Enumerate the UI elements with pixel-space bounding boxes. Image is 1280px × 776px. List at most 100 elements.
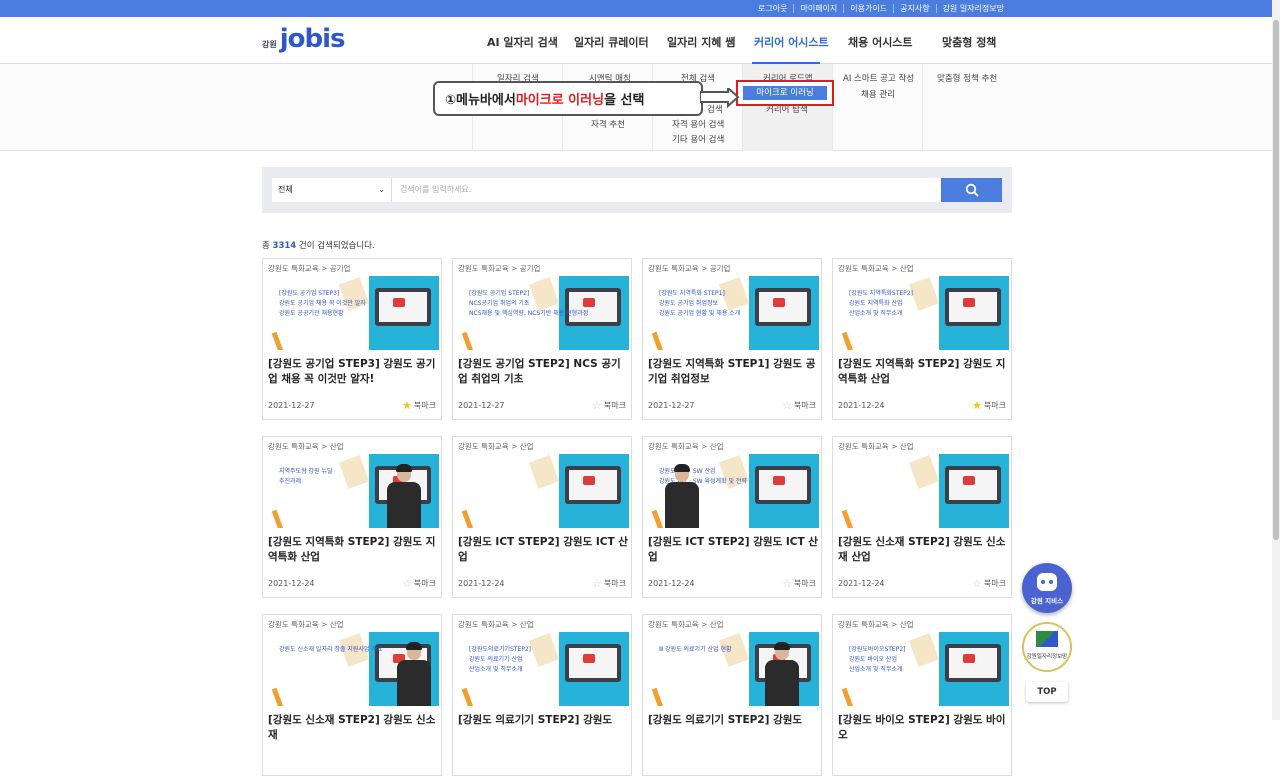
course-card[interactable]: 강원도 특화교육 > 공기업 [강원도 공기업 STEP2] NCS공기업 취업의 … bbox=[452, 258, 632, 420]
jobis-chatbot-button[interactable]: 강원 지비스 bbox=[1022, 563, 1072, 613]
nav-career-assist[interactable]: 커리어 어시스트 bbox=[754, 34, 829, 50]
bookmark-button[interactable]: ★ 북마크 bbox=[972, 400, 1006, 411]
mega-link-policy-recommend[interactable]: 맞춤형 정책 추천 bbox=[937, 72, 997, 84]
card-thumbnail[interactable]: [강원도 지역특화 STEP1] 강원도 공기업 취업정보 강원도 공기업 현황 및… bbox=[647, 276, 819, 350]
card-thumbnail[interactable]: [강원도 공기업 STEP3] 강원도 공기업 채용 꼭 이것만 알자 강원도 공공… bbox=[267, 276, 439, 350]
presenter-image bbox=[665, 464, 699, 528]
course-card[interactable]: 강원도 특화교육 > 산업 [강원도 지역특화STEP2] 강원도 지역특화 산업 산… bbox=[832, 258, 1012, 420]
card-category: 강원도 특화교육 > 산업 bbox=[838, 264, 914, 273]
card-title[interactable]: [강원도 신소재 STEP2] 강원도 신소재 산업 bbox=[838, 535, 1008, 565]
card-thumbnail[interactable]: [강원도바이오STEP2] 강원도 바이오 산업 산업소개 및 직무소개 bbox=[837, 632, 1009, 706]
gangwon-flag-icon bbox=[1036, 631, 1058, 647]
card-title[interactable]: [강원도 바이오 STEP2] 강원도 바이오 bbox=[838, 713, 1008, 743]
page-scrollbar[interactable] bbox=[1272, 0, 1280, 720]
mega-link-hiring-manage[interactable]: 채용 관리 bbox=[861, 88, 895, 100]
star-filled-icon: ★ bbox=[402, 398, 412, 412]
thumbnail-caption: 강원도 공공기관 채용현황 bbox=[279, 310, 344, 317]
bookmark-button[interactable]: ☆ 북마크 bbox=[782, 400, 816, 411]
search-button[interactable] bbox=[941, 178, 1002, 202]
course-card[interactable]: 강원도 특화교육 > 산업 Ⅲ 강원도 의료기기 산업 현황 [강원도 의료기기 S… bbox=[642, 614, 822, 776]
result-count-suffix: 건이 검색되었습니다. bbox=[296, 241, 375, 251]
thumbnail-caption: NCS공기업 취업의 기초 bbox=[469, 300, 530, 307]
course-card[interactable]: 강원도 특화교육 > 산업 [강원도 신소재 STEP2] 강원도 신소재 산업 2… bbox=[832, 436, 1012, 598]
course-card[interactable]: 강원도 특화교육 > 산업 [강원도 ICT STEP2] 강원도 ICT 산업 2… bbox=[452, 436, 632, 598]
card-title[interactable]: [강원도 신소재 STEP2] 강원도 신소재 bbox=[268, 713, 438, 743]
card-title[interactable]: [강원도 ICT STEP2] 강원도 ICT 산업 bbox=[458, 535, 628, 565]
scrollbar-thumb[interactable] bbox=[1273, 20, 1279, 540]
course-card[interactable]: 강원도 특화교육 > 산업 강원도 신소재 일자리 창출 지원사업 개요 [강원도 … bbox=[262, 614, 442, 776]
jobis-logo[interactable]: 강원 jobis bbox=[262, 24, 346, 54]
nav-ai-job-search[interactable]: AI 일자리 검색 bbox=[487, 34, 558, 50]
mega-link-cert-term-search[interactable]: 자격 용어 검색 bbox=[672, 118, 724, 130]
search-scope-select[interactable]: 전체 ⌄ bbox=[272, 178, 392, 202]
guide-link[interactable]: 이용가이드 bbox=[843, 4, 893, 13]
tablet-illustration-icon bbox=[945, 466, 1001, 504]
search-input[interactable]: 검색어를 입력하세요. bbox=[392, 178, 941, 202]
chevron-down-icon: ⌄ bbox=[378, 185, 385, 194]
star-outline-icon: ☆ bbox=[782, 576, 792, 590]
course-card[interactable]: 강원도 특화교육 > 공기업 [강원도 공기업 STEP3] 강원도 공기업 채용 … bbox=[262, 258, 442, 420]
result-count-number: 3314 bbox=[272, 241, 297, 251]
course-card[interactable]: 강원도 특화교육 > 산업 지역주도형 강원 뉴딜 추진과제 [강원도 지역특화 ST… bbox=[262, 436, 442, 598]
card-title[interactable]: [강원도 공기업 STEP3] 강원도 공기업 채용 꼭 이것만 알자! bbox=[268, 357, 438, 387]
logo-prefix: 강원 bbox=[262, 40, 277, 49]
mega-link-micro-elearning[interactable]: 마이크로 이러닝 bbox=[743, 86, 827, 100]
card-thumbnail[interactable]: [강원도 지역특화STEP2] 강원도 지역특화 산업 산업소개 및 직무소개 bbox=[837, 276, 1009, 350]
card-thumbnail[interactable]: 지역주도형 강원 뉴딜 추진과제 bbox=[267, 454, 439, 528]
course-card[interactable]: 강원도 특화교육 > 산업 [강원도의료기기STEP2] 강원도 의료기기 산업 산업… bbox=[452, 614, 632, 776]
card-title[interactable]: [강원도 의료기기 STEP2] 강원도 bbox=[648, 713, 818, 728]
mega-link-ai-smart-posting[interactable]: AI 스마트 공고 작성 bbox=[843, 72, 914, 84]
nav-custom-policy[interactable]: 맞춤형 정책 bbox=[942, 34, 996, 50]
card-thumbnail[interactable]: 강원도 ICT · SW 산업강원도 ICT · SW 육성계획 및 전략 bbox=[647, 454, 819, 528]
logout-link[interactable]: 로그아웃 bbox=[752, 4, 793, 13]
tablet-illustration-icon bbox=[565, 644, 621, 682]
card-thumbnail[interactable] bbox=[457, 454, 629, 528]
course-card[interactable]: 강원도 특화교육 > 산업강원도 ICT · SW 산업강원도 ICT · SW… bbox=[642, 436, 822, 598]
bookmark-button[interactable]: ☆ 북마크 bbox=[972, 578, 1006, 589]
bookmark-button[interactable]: ★ 북마크 bbox=[402, 400, 436, 411]
gangwon-job-portal-link[interactable]: 강원 일자리정보망 bbox=[935, 4, 1010, 13]
card-title[interactable]: [강원도 지역특화 STEP2] 강원도 지역특화 산업 bbox=[838, 357, 1008, 387]
notice-link[interactable]: 공지사항 bbox=[893, 4, 935, 13]
card-title[interactable]: [강원도 공기업 STEP2] NCS 공기업 취업의 기초 bbox=[458, 357, 628, 387]
tablet-illustration-icon bbox=[755, 466, 811, 504]
mega-link-cert-recommend[interactable]: 자격 추천 bbox=[591, 118, 625, 130]
nav-job-wisdom[interactable]: 일자리 지혜 쌤 bbox=[667, 34, 735, 50]
micro-elearning-highlight: 마이크로 이러닝 bbox=[736, 80, 834, 106]
bookmark-button[interactable]: ☆ 북마크 bbox=[782, 578, 816, 589]
card-thumbnail[interactable] bbox=[837, 454, 1009, 528]
bookmark-button[interactable]: ☆ 북마크 bbox=[592, 400, 626, 411]
course-card[interactable]: 강원도 특화교육 > 산업 [강원도바이오STEP2] 강원도 바이오 산업 산업소개… bbox=[832, 614, 1012, 776]
bookmark-label: 북마크 bbox=[793, 401, 816, 410]
tablet-illustration-icon bbox=[375, 288, 431, 326]
mega-link-other-term-search[interactable]: 기타 용어 검색 bbox=[672, 133, 724, 145]
bookmark-button[interactable]: ☆ 북마크 bbox=[402, 578, 436, 589]
card-title[interactable]: [강원도 ICT STEP2] 강원도 ICT 산업 bbox=[648, 535, 818, 565]
card-thumbnail[interactable]: Ⅲ 강원도 의료기기 산업 현황 bbox=[647, 632, 819, 706]
presenter-image bbox=[397, 642, 431, 706]
star-outline-icon: ☆ bbox=[782, 398, 792, 412]
presenter-image bbox=[387, 464, 421, 528]
card-title[interactable]: [강원도 지역특화 STEP2] 강원도 지역특화 산업 bbox=[268, 535, 438, 565]
card-thumbnail[interactable]: 강원도 신소재 일자리 창출 지원사업 개요 bbox=[267, 632, 439, 706]
nav-hiring-assist[interactable]: 채용 어시스트 bbox=[848, 34, 913, 50]
utility-links: 로그아웃 마이페이지 이용가이드 공지사항 강원 일자리정보망 bbox=[752, 0, 1010, 17]
gangwon-portal-button[interactable]: 강원일자리정보망 bbox=[1022, 622, 1072, 672]
nav-job-curator[interactable]: 일자리 큐레이터 bbox=[574, 34, 649, 50]
card-thumbnail[interactable]: [강원도의료기기STEP2] 강원도 의료기기 산업 산업소개 및 직무소개 bbox=[457, 632, 629, 706]
card-thumbnail[interactable]: [강원도 공기업 STEP2] NCS공기업 취업의 기초 NCS채용 및 핵심역량… bbox=[457, 276, 629, 350]
thumbnail-caption: 산업소개 및 직무소개 bbox=[849, 310, 903, 317]
card-title[interactable]: [강원도 의료기기 STEP2] 강원도 bbox=[458, 713, 628, 728]
thumbnail-caption: 지역주도형 강원 뉴딜 bbox=[279, 468, 333, 475]
result-count: 총 3314 건이 검색되었습니다. bbox=[262, 239, 375, 251]
presenter-image bbox=[765, 642, 799, 706]
card-title[interactable]: [강원도 지역특화 STEP1] 강원도 공기업 취업정보 bbox=[648, 357, 818, 387]
mypage-link[interactable]: 마이페이지 bbox=[793, 4, 843, 13]
main-header: 강원 jobis AI 일자리 검색 일자리 큐레이터 일자리 지혜 쌤 커리어… bbox=[0, 17, 1272, 64]
callout-arrow-icon bbox=[700, 88, 740, 108]
result-count-prefix: 총 bbox=[262, 241, 273, 251]
bookmark-button[interactable]: ☆ 북마크 bbox=[592, 578, 626, 589]
scroll-top-button[interactable]: TOP bbox=[1026, 682, 1068, 702]
course-card[interactable]: 강원도 특화교육 > 공기업 [강원도 지역특화 STEP1] 강원도 공기업 취업… bbox=[642, 258, 822, 420]
thumbnail-caption: [강원도 공기업 STEP3] bbox=[279, 290, 340, 297]
